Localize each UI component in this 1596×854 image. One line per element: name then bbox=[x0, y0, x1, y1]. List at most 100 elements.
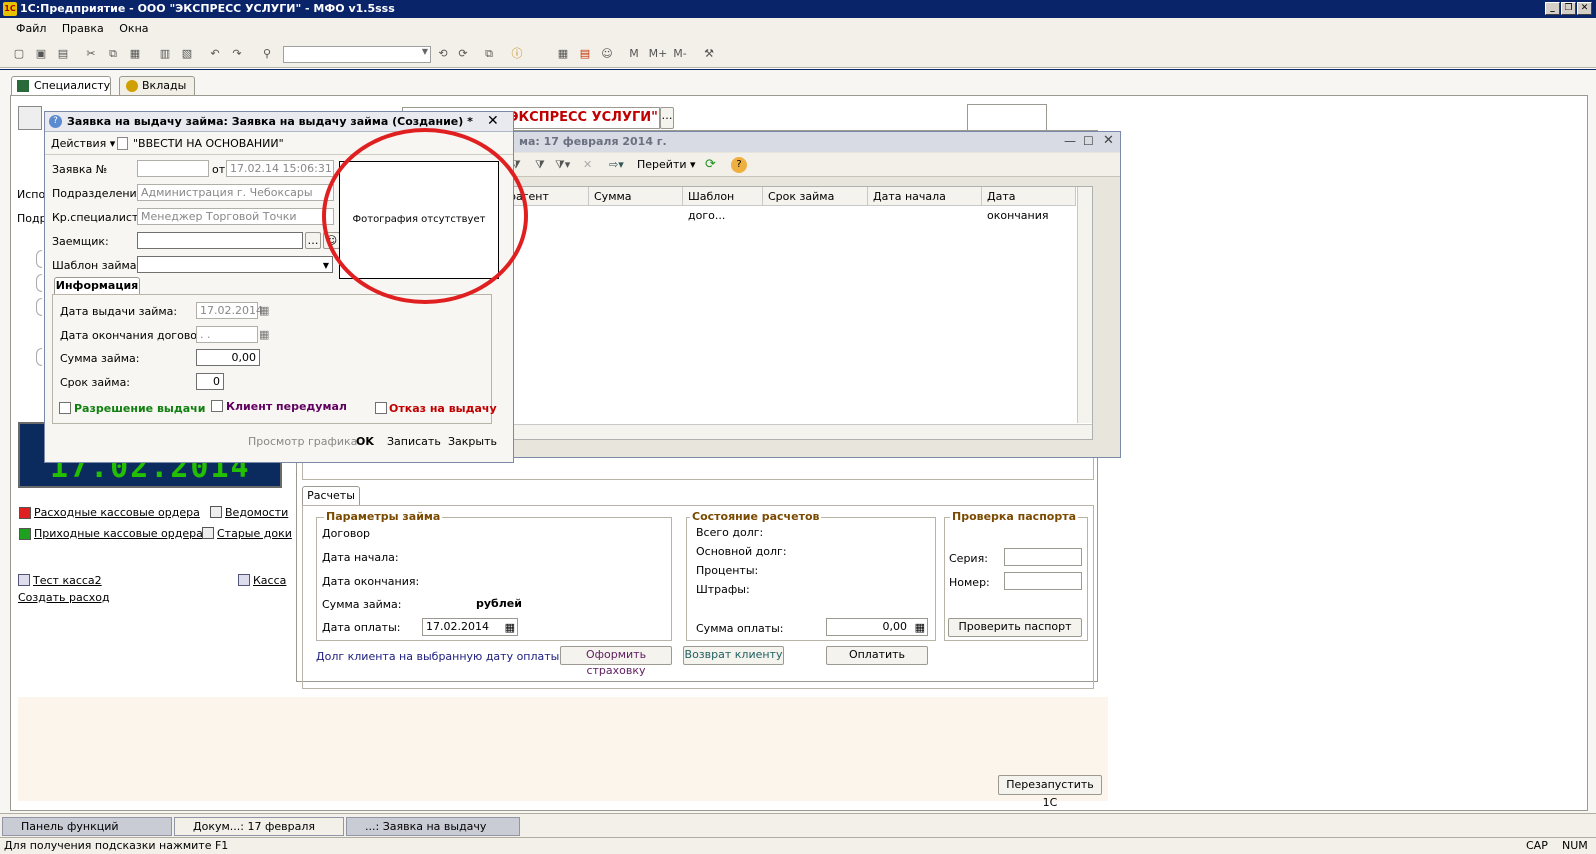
memory-m-button[interactable]: M bbox=[626, 47, 642, 61]
task-loan-request[interactable]: ...: Заявка на выдачу займа... bbox=[346, 817, 520, 850]
loan-term-input[interactable]: 0 bbox=[196, 373, 224, 390]
partial-button[interactable] bbox=[36, 298, 42, 316]
menu-edit[interactable]: Правка bbox=[62, 22, 104, 35]
changed-checkbox[interactable] bbox=[211, 400, 223, 412]
partial-button[interactable] bbox=[36, 250, 42, 268]
close-window-button[interactable]: ✕ bbox=[1577, 2, 1592, 15]
vertical-scrollbar[interactable] bbox=[1077, 187, 1092, 423]
link-rko[interactable]: Расходные кассовые ордера bbox=[34, 506, 200, 519]
calendar-icon[interactable]: ▦ bbox=[259, 328, 269, 341]
refund-button[interactable]: Возврат клиенту bbox=[683, 646, 784, 665]
refuse-checkbox[interactable] bbox=[375, 402, 387, 414]
task-functions-panel[interactable]: Панель функций bbox=[2, 817, 172, 836]
partial-button[interactable] bbox=[36, 348, 42, 366]
info-icon[interactable]: ⓘ bbox=[510, 47, 524, 61]
borrower-input[interactable] bbox=[137, 232, 303, 249]
number-input[interactable] bbox=[1004, 572, 1082, 590]
find-prev-icon[interactable]: ⟳ bbox=[456, 47, 470, 61]
link-kassa[interactable]: Касса bbox=[253, 574, 286, 587]
division-input[interactable]: Администрация г. Чебоксары bbox=[137, 184, 334, 201]
goto-menu[interactable]: Перейти ▾ bbox=[637, 158, 696, 171]
link-old-docs[interactable]: Старые доки bbox=[217, 527, 292, 540]
calculator-icon[interactable]: ▦ bbox=[556, 47, 570, 61]
print-icon[interactable]: ▥ bbox=[158, 47, 172, 61]
restore-button[interactable]: ❐ bbox=[1561, 2, 1576, 15]
col-header[interactable]: Сумма bbox=[589, 187, 683, 206]
maximize-icon[interactable]: ☐ bbox=[1083, 134, 1094, 148]
col-header[interactable]: Дата окончания bbox=[982, 187, 1076, 222]
tools-icon[interactable]: ⚒ bbox=[702, 47, 716, 61]
calendar-icon[interactable]: ▤ bbox=[578, 47, 592, 61]
redo-icon[interactable]: ↷ bbox=[230, 47, 244, 61]
close-button[interactable]: Закрыть bbox=[448, 435, 497, 448]
memory-minus-button[interactable]: M- bbox=[670, 47, 690, 61]
minimize-button[interactable]: _ bbox=[1545, 2, 1560, 15]
request-date-input[interactable]: 17.02.14 15:06:31 bbox=[226, 160, 334, 177]
menu-file[interactable]: Файл bbox=[16, 22, 46, 35]
paste-icon[interactable]: ▦ bbox=[128, 47, 142, 61]
refresh-icon[interactable]: ⟳ bbox=[705, 157, 716, 172]
borrower-select-button[interactable]: … bbox=[305, 232, 321, 249]
undo-icon[interactable]: ↶ bbox=[208, 47, 222, 61]
principal-label: Основной долг: bbox=[696, 545, 787, 558]
actions-menu[interactable]: Действия ▾ bbox=[51, 137, 115, 150]
link-test-kassa[interactable]: Тест касса2 bbox=[33, 574, 102, 587]
horizontal-scrollbar[interactable] bbox=[504, 424, 1092, 439]
link-pko[interactable]: Приходные кассовые ордера bbox=[34, 527, 203, 540]
calendar-icon[interactable]: ▦ bbox=[259, 304, 269, 317]
search-combo[interactable]: ▼ bbox=[283, 46, 431, 63]
restart-button[interactable]: Перезапустить 1С bbox=[998, 775, 1102, 809]
request-no-input[interactable] bbox=[137, 160, 209, 177]
pay-sum-input[interactable]: 0,00 ▦ bbox=[826, 618, 928, 636]
export-icon[interactable]: ⇨▾ bbox=[609, 158, 624, 171]
cr-specialist-input[interactable]: Менеджер Торговой Точки bbox=[137, 208, 334, 225]
close-icon[interactable]: ✕ bbox=[1103, 133, 1114, 148]
partial-button[interactable] bbox=[36, 274, 42, 292]
tab-calc[interactable]: Расчеты bbox=[302, 486, 360, 506]
tab-info[interactable]: Информация bbox=[54, 277, 140, 295]
allow-checkbox[interactable] bbox=[59, 402, 71, 414]
col-header[interactable]: Дата начала bbox=[868, 187, 982, 206]
save-button[interactable]: Записать bbox=[387, 435, 441, 448]
pay-button[interactable]: Оплатить bbox=[826, 646, 928, 665]
end-date-input[interactable]: . . bbox=[196, 326, 258, 343]
find-next-icon[interactable]: ⟲ bbox=[436, 47, 450, 61]
check-passport-button[interactable]: Проверить паспорт bbox=[948, 618, 1082, 637]
insurance-button[interactable]: Оформить страховку bbox=[560, 646, 672, 677]
series-input[interactable] bbox=[1004, 548, 1082, 566]
col-header[interactable]: Срок займа bbox=[763, 187, 868, 206]
memory-plus-button[interactable]: M+ bbox=[648, 47, 668, 61]
issue-date-input[interactable]: 17.02.2014 bbox=[196, 302, 263, 319]
col-header[interactable]: Шаблон дого... bbox=[683, 187, 763, 222]
pay-date-input[interactable]: 17.02.2014 ▦ bbox=[422, 618, 518, 636]
search-icon[interactable]: ⚲ bbox=[260, 47, 274, 61]
open-folder-icon[interactable]: ▣ bbox=[34, 47, 48, 61]
enter-basis-button[interactable]: "ВВЕСТИ НА ОСНОВАНИИ" bbox=[133, 137, 284, 150]
close-icon[interactable]: ✕ bbox=[487, 113, 499, 129]
ok-button[interactable]: OK bbox=[356, 435, 374, 448]
calculator-icon[interactable]: ▦ bbox=[915, 620, 925, 636]
menu-windows[interactable]: Окна bbox=[119, 22, 148, 35]
help-icon[interactable]: ? bbox=[731, 157, 747, 173]
minimize-icon[interactable]: — bbox=[1064, 134, 1076, 148]
windows-icon[interactable]: ⧉ bbox=[482, 47, 496, 61]
new-doc-icon[interactable]: ▢ bbox=[12, 47, 26, 61]
template-select[interactable]: ▼ bbox=[137, 256, 333, 273]
link-create-expense[interactable]: Создать расход bbox=[18, 591, 110, 604]
task-doc-journal[interactable]: Докум...: 17 февраля 2014 г. bbox=[174, 817, 344, 850]
cut-icon[interactable]: ✂ bbox=[84, 47, 98, 61]
preview-icon[interactable]: ▧ bbox=[180, 47, 194, 61]
company-select-button[interactable]: … bbox=[660, 107, 674, 129]
copy-icon[interactable]: ⧉ bbox=[106, 47, 120, 61]
tab-specialist[interactable]: Специалисту bbox=[11, 76, 111, 97]
save-icon[interactable]: ▤ bbox=[56, 47, 70, 61]
filter-icon[interactable]: ⧩ bbox=[535, 158, 545, 172]
tab-deposits[interactable]: Вклады bbox=[119, 76, 195, 96]
users-icon[interactable]: ☺ bbox=[600, 47, 614, 61]
schedule-button[interactable]: Просмотр графика bbox=[248, 435, 357, 448]
clear-filter-icon[interactable]: ✕ bbox=[583, 158, 592, 171]
filter-settings-icon[interactable]: ⧩▾ bbox=[555, 158, 570, 172]
link-vedomosti[interactable]: Ведомости bbox=[225, 506, 288, 519]
loan-sum-input[interactable]: 0,00 bbox=[196, 349, 260, 366]
calendar-icon[interactable]: ▦ bbox=[505, 620, 515, 636]
